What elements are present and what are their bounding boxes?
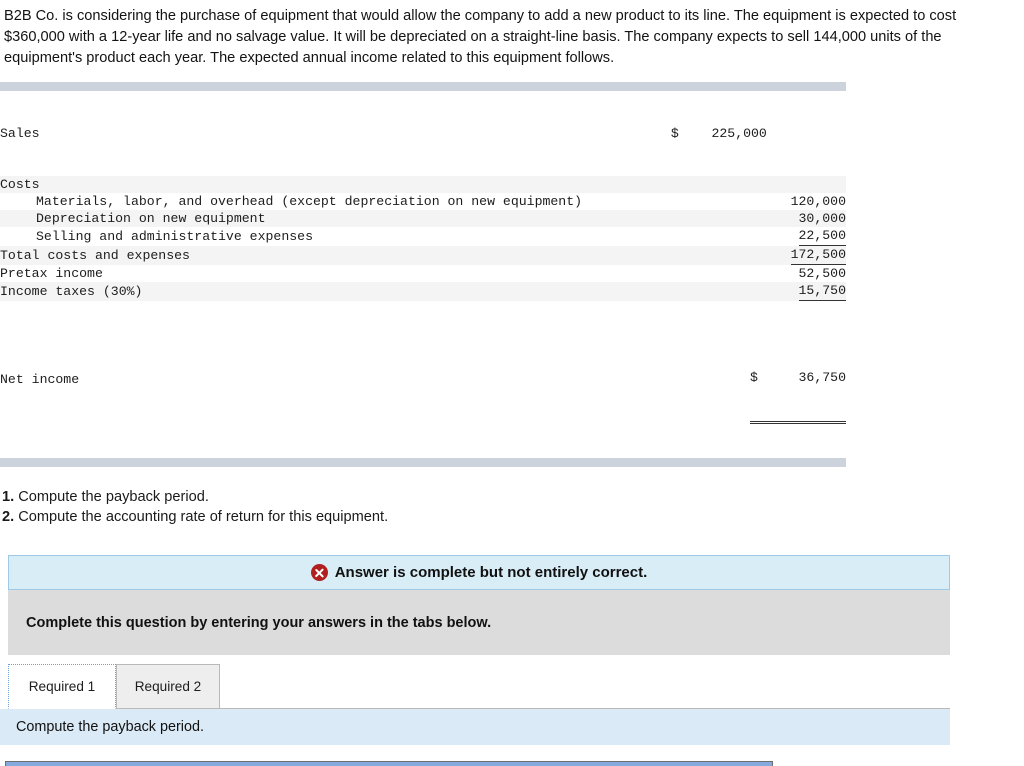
tab-required-2-label: Required 2 — [134, 679, 202, 694]
row-label: Total costs and expenses — [0, 246, 671, 265]
statement-bottom-bar — [0, 458, 846, 467]
row-label: Income taxes (30%) — [0, 282, 671, 301]
row-value: 172,500 — [670, 246, 846, 265]
row-amount: 225,000 — [711, 126, 767, 141]
income-statement-table: Sales $ 225,000 Costs Materials, labor, … — [0, 91, 846, 458]
question-instruction-panel: Complete this question by entering your … — [8, 590, 950, 655]
row-label: Sales — [0, 126, 40, 141]
row-label: Pretax income — [0, 266, 103, 281]
table-row: Sales $ 225,000 — [0, 91, 846, 176]
spacer-row — [0, 301, 846, 318]
payback-title-row: Payback Period — [4, 761, 774, 766]
row-label: Net income — [0, 372, 80, 387]
row-amount: 36,750 — [798, 370, 846, 385]
payback-table-title: Payback Period — [4, 761, 774, 766]
payback-period-table: Payback Period Choose Numerator: / Choos… — [4, 761, 774, 766]
table-row: Income taxes (30%) 15,750 — [0, 282, 846, 301]
requirement-1-text: Compute the payback period. — [18, 489, 209, 505]
row-label: Materials, labor, and overhead (except d… — [36, 194, 583, 209]
row-value: 52,500 — [798, 266, 846, 281]
row-label: Depreciation on new equipment — [0, 210, 671, 227]
tab-required-1[interactable]: Required 1 — [8, 664, 116, 709]
table-row: Costs — [0, 176, 846, 193]
question-instruction-text: Complete this question by entering your … — [26, 614, 492, 631]
error-circle-icon — [310, 564, 328, 581]
table-row: Selling and administrative expenses 22,5… — [0, 227, 846, 246]
spacer-row — [0, 441, 846, 458]
row-currency: $ — [750, 370, 758, 385]
requirement-2-number: 2. — [2, 509, 15, 525]
table-row: Net income $ 36,750 — [0, 318, 846, 441]
tab-required-2[interactable]: Required 2 — [116, 664, 220, 709]
row-value: 120,000 — [790, 194, 846, 209]
row-value: 22,500 — [671, 227, 846, 246]
requirement-1-number: 1. — [2, 489, 15, 505]
row-label: Costs — [0, 176, 671, 193]
requirement-2: 2. Compute the accounting rate of return… — [2, 507, 1024, 527]
row-label: Selling and administrative expenses — [36, 229, 313, 244]
row-value: $ 36,750 — [671, 318, 846, 441]
requirement-2-text: Compute the accounting rate of return fo… — [18, 509, 389, 525]
payback-period-table-wrapper: Payback Period Choose Numerator: / Choos… — [4, 761, 1024, 766]
requirement-1: 1. Compute the payback period. — [2, 487, 1024, 507]
requirements-list: 1. Compute the payback period. 2. Comput… — [2, 487, 1024, 527]
income-statement: Sales $ 225,000 Costs Materials, labor, … — [0, 82, 846, 467]
row-value: 30,000 — [670, 210, 846, 227]
table-row: Pretax income 52,500 — [0, 265, 846, 282]
row-currency: $ — [670, 126, 679, 141]
table-row: Depreciation on new equipment 30,000 — [0, 210, 846, 227]
row-value — [670, 176, 846, 193]
row-value: $ 225,000 — [671, 91, 846, 176]
row-value: 15,750 — [670, 282, 846, 301]
tab-instruction-bar: Compute the payback period. — [0, 709, 950, 745]
problem-statement: B2B Co. is considering the purchase of e… — [4, 8, 957, 66]
table-row: Materials, labor, and overhead (except d… — [0, 193, 846, 210]
required-tabs: Required 1 Required 2 — [8, 663, 950, 709]
tab-instruction-text: Compute the payback period. — [16, 719, 204, 735]
tab-required-1-label: Required 1 — [28, 679, 96, 694]
table-row: Total costs and expenses 172,500 — [0, 246, 846, 265]
statement-top-bar — [0, 82, 846, 91]
answer-status-banner: Answer is complete but not entirely corr… — [8, 555, 950, 590]
answer-status-text: Answer is complete but not entirely corr… — [334, 564, 648, 581]
